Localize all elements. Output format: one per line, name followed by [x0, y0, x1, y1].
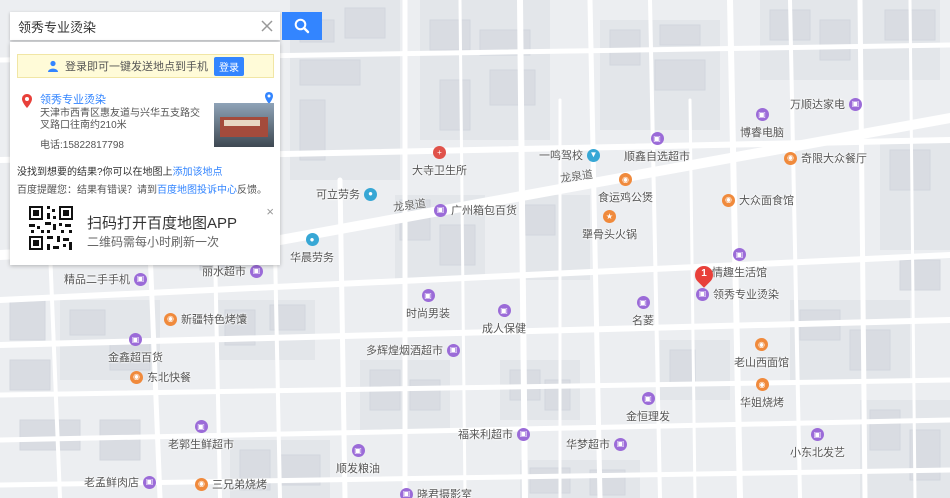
- poi-borui[interactable]: ▣ 博睿电脑: [740, 108, 784, 140]
- shop-icon: ▣: [400, 487, 413, 498]
- poi-jingpin[interactable]: 精品二手手机 ▣: [60, 271, 147, 287]
- poi-duohuihuang[interactable]: 多辉煌烟酒超市 ▣: [362, 342, 460, 358]
- shop-icon: ▣: [351, 444, 365, 457]
- poi-yiming[interactable]: 一鸣驾校 ▼: [535, 147, 600, 163]
- poi-shunxin[interactable]: ▣ 顺鑫自选超市: [624, 132, 690, 164]
- poi-jinxin[interactable]: ▣ 金鑫超百货: [108, 333, 163, 365]
- food-icon: ◉: [164, 312, 177, 326]
- food-icon: ◉: [722, 193, 735, 207]
- poi-dongbei[interactable]: ◉ 东北快餐: [130, 369, 195, 385]
- shop-icon: ▣: [755, 108, 769, 121]
- poi-xinjiang[interactable]: ◉ 新疆特色烤馕: [164, 311, 251, 327]
- food-icon: ◉: [619, 173, 632, 186]
- poi-jianggutou[interactable]: ★ 犟骨头火锅: [582, 210, 637, 242]
- shop-icon: ▣: [849, 97, 862, 111]
- poi-lishui[interactable]: 丽水超市 ▣: [198, 263, 263, 279]
- shop-icon: ▣: [614, 437, 627, 451]
- poi-guangzhou[interactable]: ▣ 广州箱包百货: [434, 202, 521, 218]
- school-icon: ▼: [587, 148, 600, 162]
- shop-icon: ▣: [497, 304, 511, 317]
- search-box: [10, 12, 280, 40]
- food-icon: ◉: [784, 151, 797, 165]
- result-photo[interactable]: [214, 103, 274, 147]
- poi-dazhong[interactable]: ◉ 大众面食馆: [722, 192, 798, 208]
- search-button[interactable]: [282, 12, 322, 40]
- result-name-link[interactable]: 领秀专业烫染: [40, 91, 106, 107]
- shop-icon: ▣: [134, 272, 147, 286]
- poi-mingling[interactable]: ▣ 名菱: [632, 296, 654, 328]
- poi-huajie[interactable]: ◉ 华姐烧烤: [740, 378, 784, 410]
- poi-xiaodongbei[interactable]: ▣ 小东北发艺: [790, 428, 845, 460]
- login-prompt-text: 登录即可一键发送地点到手机: [65, 61, 208, 73]
- add-place-link[interactable]: 添加该地点: [173, 167, 223, 178]
- poi-laomeng[interactable]: 老孟鲜肉店 ▣: [80, 474, 156, 490]
- login-button[interactable]: 登录: [214, 56, 244, 76]
- poi-shiyun[interactable]: ◉ 食运鸡公煲: [598, 173, 653, 205]
- result-phone: 电话:15822817798: [40, 140, 124, 151]
- search-input[interactable]: [10, 13, 254, 39]
- user-icon: [48, 60, 58, 72]
- result-item[interactable]: 领秀专业烫染 天津市西青区惠友道与兴华五支路交叉路口往南约210米 电话:158…: [20, 90, 276, 152]
- service-icon: ●: [305, 233, 319, 246]
- clinic-icon: +: [433, 146, 446, 159]
- salon-icon: ▣: [641, 392, 655, 405]
- map-pin-icon: [22, 94, 32, 108]
- shop-icon: ▣: [733, 248, 746, 261]
- service-icon: ●: [364, 187, 377, 201]
- error-hint-text: 百度提醒您：结果有错误？请到百度地图投诉中心反馈。: [17, 185, 267, 196]
- poi-shishang[interactable]: ▣ 时尚男装: [406, 289, 450, 321]
- shop-icon: ▣: [143, 475, 156, 489]
- shop-icon: ▣: [194, 420, 208, 433]
- shop-icon: ▣: [636, 296, 650, 309]
- search-icon: [294, 18, 310, 34]
- qr-title: 扫码打开百度地图APP: [87, 215, 238, 232]
- result-panel: 登录即可一键发送地点到手机 登录 领秀专业烫染 天津市西青区惠友道与兴华五支路交…: [10, 42, 280, 265]
- poi-huameng[interactable]: 华梦超市 ▣: [562, 436, 627, 452]
- poi-keli[interactable]: 可立劳务 ●: [312, 186, 377, 202]
- complaint-center-link[interactable]: 百度地图投诉中心: [157, 185, 237, 196]
- shop-icon: ▣: [250, 264, 263, 278]
- qr-code: [27, 204, 75, 252]
- result-address: 天津市西青区惠友道与兴华五支路交叉路口往南约210米: [40, 108, 200, 131]
- not-found-text: 没找到想要的结果?你可以在地图上添加该地点: [17, 167, 223, 178]
- qr-subtitle: 二维码需每小时刷新一次: [87, 235, 220, 249]
- poi-xiaojun[interactable]: ▣ 晓君摄影室: [400, 486, 476, 498]
- shop-icon: ▣: [517, 427, 530, 441]
- close-icon[interactable]: ×: [266, 204, 274, 219]
- shop-icon: ▣: [434, 203, 447, 217]
- shop-icon: ▣: [447, 343, 460, 357]
- poi-jinheng[interactable]: ▣ 金恒理发: [626, 392, 670, 424]
- salon-icon: ▣: [811, 428, 824, 441]
- poi-qingqu[interactable]: ▣ 情趣生活馆: [712, 248, 767, 280]
- close-icon[interactable]: [254, 13, 280, 39]
- food-icon: ★: [603, 210, 616, 223]
- poi-huachen[interactable]: ● 华晨劳务: [290, 233, 334, 265]
- poi-shunfa[interactable]: ▣ 顺发粮油: [336, 444, 380, 476]
- shop-icon: ▣: [421, 289, 435, 302]
- poi-sanxiongdi[interactable]: ◉ 三兄弟烧烤: [195, 476, 271, 492]
- poi-qixian[interactable]: ◉ 奇限大众餐厅: [784, 150, 871, 166]
- shop-icon: ▣: [650, 132, 664, 145]
- food-icon: ◉: [755, 378, 769, 391]
- poi-laoguo[interactable]: ▣ 老郭生鲜超市: [168, 420, 234, 452]
- food-icon: ◉: [130, 370, 143, 384]
- login-prompt-bar: 登录即可一键发送地点到手机 登录: [17, 54, 274, 78]
- poi-fulaili[interactable]: 福来利超市 ▣: [454, 426, 530, 442]
- food-icon: ◉: [195, 477, 208, 491]
- food-icon: ◉: [755, 338, 768, 351]
- result-marker-1[interactable]: 1: [691, 262, 717, 292]
- qr-promo: 扫码打开百度地图APP 二维码需每小时刷新一次 ×: [17, 202, 274, 262]
- poi-chengren[interactable]: ▣ 成人保健: [482, 304, 526, 336]
- poi-wanshunda[interactable]: 万顺达家电 ▣: [786, 96, 862, 112]
- poi-laoshanxi[interactable]: ◉ 老山西面馆: [734, 338, 789, 370]
- shop-icon: ▣: [129, 333, 142, 346]
- poi-dasi-clinic[interactable]: + 大寺卫生所: [412, 146, 467, 178]
